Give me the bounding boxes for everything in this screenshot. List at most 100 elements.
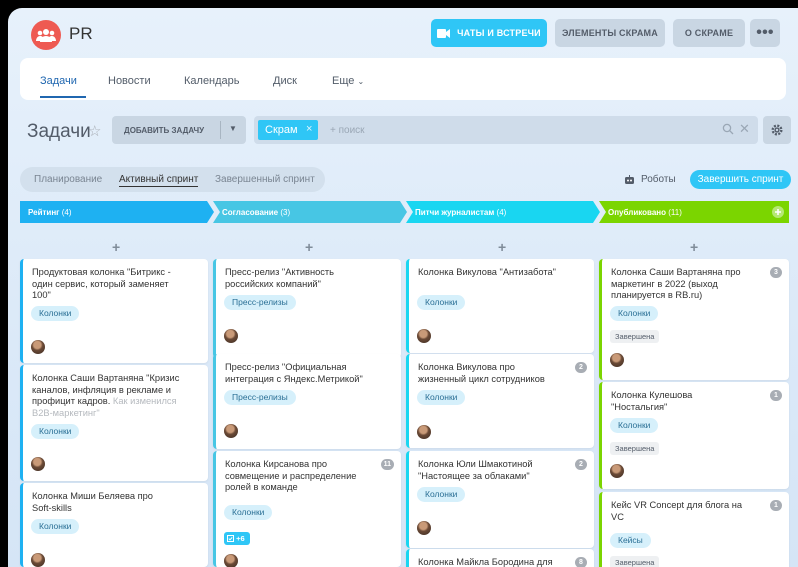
task-card[interactable]: Кейс VR Concept для блога на VC 1 Кейсы … — [599, 492, 789, 567]
avatar[interactable] — [610, 464, 624, 478]
column-count: (4) — [61, 208, 72, 217]
avatar[interactable] — [417, 521, 431, 535]
robots-button[interactable]: Роботы — [641, 174, 676, 185]
task-card[interactable]: Продуктовая колонка "Битрикс - один серв… — [20, 259, 208, 363]
sprint-tab-planning[interactable]: Планирование — [34, 174, 102, 185]
comment-count-badge: 2 — [575, 362, 587, 373]
column-header-rating[interactable]: Рейтинг (4) — [20, 201, 208, 223]
column-header-pitches[interactable]: Питчи журналистам (4) — [407, 201, 595, 223]
column-name: Согласование — [222, 208, 279, 217]
app-window: PR ЧАТЫ И ВСТРЕЧИ ЭЛЕМЕНТЫ СКРАМА О СКРА… — [8, 8, 798, 567]
tag[interactable]: Пресс-релизы — [224, 390, 296, 405]
add-column-icon[interactable] — [772, 206, 784, 218]
about-scrum-button[interactable]: О СКРАМЕ — [673, 19, 745, 47]
comment-count-badge: 11 — [380, 459, 394, 470]
add-card-button[interactable]: + — [112, 239, 120, 255]
task-title: Пресс-релиз "Активность российских компа… — [225, 267, 335, 289]
add-card-button[interactable]: + — [305, 239, 313, 255]
column-name: Опубликовано — [608, 208, 667, 217]
tab-disk[interactable]: Диск — [273, 75, 297, 87]
add-task-label: ДОБАВИТЬ ЗАДАЧУ — [124, 126, 205, 135]
tab-more[interactable]: Еще ⌄ — [332, 75, 364, 87]
task-card[interactable]: Колонка Викулова про жизненный цикл сотр… — [406, 354, 594, 448]
tag[interactable]: Колонки — [417, 390, 466, 405]
task-card[interactable]: Колонка Кулешова "Ностальгия" 1 Колонки … — [599, 382, 789, 489]
comment-count-badge: 8 — [575, 557, 587, 567]
more-menu-button[interactable]: ••• — [750, 19, 780, 47]
tab-calendar[interactable]: Календарь — [184, 75, 240, 87]
chats-meetings-button[interactable]: ЧАТЫ И ВСТРЕЧИ — [431, 19, 547, 47]
task-card[interactable]: Колонка Миши Беляева про Soft-skills Кол… — [20, 483, 208, 567]
column-count: (11) — [668, 208, 682, 217]
column-header-approval[interactable]: Согласование (3) — [214, 201, 402, 223]
comment-count-badge: 3 — [770, 267, 782, 278]
remove-filter-icon[interactable]: × — [306, 123, 312, 135]
star-icon[interactable]: ☆ — [88, 122, 101, 140]
task-card[interactable]: Колонка Кирсанова про совмещение и распр… — [213, 451, 401, 567]
column-header-published[interactable]: Опубликовано (11) — [600, 201, 789, 223]
tag[interactable]: Пресс-релизы — [224, 295, 296, 310]
task-title: Колонка Кулешова "Ностальгия" — [611, 390, 693, 412]
tag[interactable]: Колонки — [31, 424, 80, 439]
tab-tasks[interactable]: Задачи — [40, 75, 77, 87]
filter-chip-label: Скрам — [265, 124, 298, 136]
search-icon[interactable] — [722, 123, 734, 135]
tag[interactable]: Колонки — [31, 306, 80, 321]
tag[interactable]: Колонки — [224, 505, 273, 520]
tag[interactable]: Колонки — [31, 519, 80, 534]
comment-count-badge: 1 — [770, 500, 782, 511]
avatar[interactable] — [224, 329, 238, 343]
sprint-tab-active[interactable]: Активный спринт — [119, 174, 199, 187]
avatar[interactable] — [31, 553, 45, 567]
task-card[interactable]: Колонка Майкла Бородина для блога на VC … — [406, 549, 594, 567]
add-card-button[interactable]: + — [498, 239, 506, 255]
add-card-button[interactable]: + — [690, 239, 698, 255]
navigation-tabs: Задачи Новости Календарь Диск Еще ⌄ — [20, 58, 786, 100]
column-name: Питчи журналистам — [415, 208, 495, 217]
tag[interactable]: Колонки — [610, 306, 659, 321]
task-card[interactable]: Пресс-релиз "Официальная интеграция с Ян… — [213, 354, 401, 449]
add-task-button[interactable]: ДОБАВИТЬ ЗАДАЧУ ▼ — [112, 116, 246, 144]
avatar[interactable] — [31, 340, 45, 354]
search-input[interactable]: + поиск — [330, 125, 365, 136]
task-title: Колонка Юли Шмакотиной "Настоящее за обл… — [418, 459, 533, 481]
column-count: (4) — [496, 208, 507, 217]
sprint-tab-completed[interactable]: Завершенный спринт — [215, 174, 315, 185]
task-title: Колонка Викулова "Антизабота" — [418, 267, 556, 277]
task-card[interactable]: Колонка Саши Вартаняна про маркетинг в 2… — [599, 259, 789, 380]
gear-icon — [771, 124, 783, 136]
tab-news[interactable]: Новости — [108, 75, 151, 87]
avatar[interactable] — [224, 554, 238, 567]
task-title: Колонка Саши Вартаняна про маркетинг в 2… — [611, 267, 741, 300]
avatar[interactable] — [224, 424, 238, 438]
avatar[interactable] — [417, 329, 431, 343]
avatar[interactable] — [417, 425, 431, 439]
finish-sprint-button[interactable]: Завершить спринт — [690, 170, 791, 189]
group-title: PR — [69, 24, 93, 43]
chevron-down-icon: ⌄ — [357, 77, 365, 86]
robot-icon — [625, 175, 634, 184]
tag[interactable]: Колонки — [610, 418, 659, 433]
task-title: Колонка Викулова про жизненный цикл сотр… — [418, 362, 545, 384]
comment-count-badge: 1 — [770, 390, 782, 401]
settings-gear-button[interactable] — [763, 116, 791, 144]
tag[interactable]: Колонки — [417, 487, 466, 502]
group-logo-icon[interactable] — [31, 20, 61, 50]
task-card[interactable]: Колонка Юли Шмакотиной "Настоящее за обл… — [406, 451, 594, 548]
task-card[interactable]: Колонка Саши Вартаняна "Кризис каналов, … — [20, 365, 208, 481]
task-card[interactable]: Колонка Викулова "Антизабота" Колонки — [406, 259, 594, 353]
checklist-counter[interactable]: +6 — [224, 532, 250, 545]
scrum-elements-button[interactable]: ЭЛЕМЕНТЫ СКРАМА — [555, 19, 665, 47]
filter-chip[interactable]: Скрам × — [258, 120, 318, 140]
tag[interactable]: Колонки — [417, 295, 466, 310]
tag[interactable]: Кейсы — [610, 533, 651, 548]
clear-search-icon[interactable]: ✕ — [739, 121, 750, 137]
search-filter-bar[interactable]: Скрам × + поиск ✕ — [254, 116, 758, 144]
task-card[interactable]: Пресс-релиз "Активность российских компа… — [213, 259, 401, 358]
avatar[interactable] — [31, 457, 45, 471]
dropdown-arrow-icon[interactable]: ▼ — [229, 124, 237, 133]
status-badge: Завершена — [610, 330, 660, 343]
comment-count-badge: 2 — [575, 459, 587, 470]
task-title: Кейс VR Concept для блога на VC — [611, 500, 743, 522]
avatar[interactable] — [610, 353, 624, 367]
